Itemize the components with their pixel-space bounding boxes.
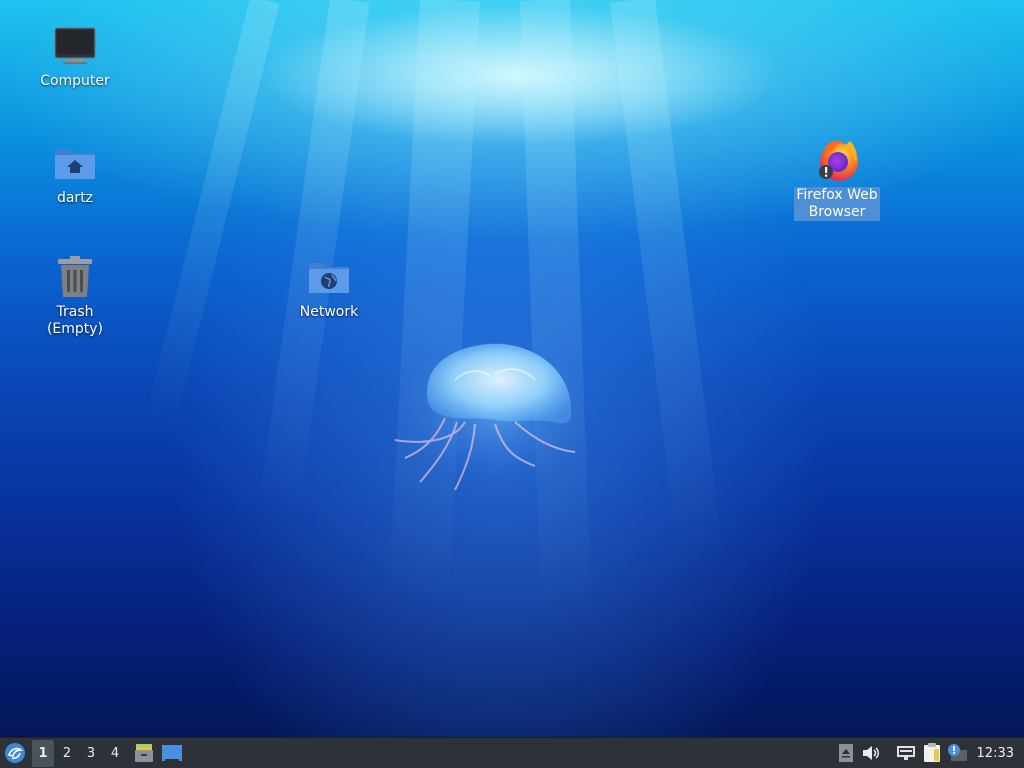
label-line: Firefox Web bbox=[796, 187, 878, 203]
clipboard-icon bbox=[923, 743, 940, 762]
lubuntu-menu-icon bbox=[5, 743, 25, 763]
firefox-icon bbox=[813, 136, 861, 184]
light-ray bbox=[388, 0, 480, 601]
show-desktop-button[interactable] bbox=[158, 740, 186, 767]
network-status-icon bbox=[896, 746, 915, 760]
start-menu-button[interactable] bbox=[0, 740, 30, 767]
system-tray: 12:33 bbox=[835, 740, 1024, 767]
desktop-icon-label: Network bbox=[299, 304, 359, 320]
file-manager-icon bbox=[135, 744, 153, 762]
light-ray bbox=[141, 0, 280, 441]
jellyfish-wallpaper-art bbox=[394, 340, 585, 491]
trash-icon bbox=[51, 253, 99, 301]
workspace-4-button[interactable]: 4 bbox=[104, 740, 126, 767]
desktop-icon-label: Firefox Web Browser bbox=[794, 187, 880, 221]
network-status-button[interactable] bbox=[893, 740, 919, 767]
update-notifier-button[interactable] bbox=[945, 740, 969, 767]
tray-arrow-icon bbox=[838, 744, 853, 762]
volume-icon bbox=[862, 746, 879, 760]
desktop-icon-trash[interactable]: Trash (Empty) bbox=[25, 253, 125, 338]
network-folder-icon bbox=[305, 253, 353, 301]
light-ray bbox=[520, 0, 592, 621]
workspace-2-button[interactable]: 2 bbox=[56, 740, 78, 767]
desktop-icon-home-folder[interactable]: dartz bbox=[25, 139, 125, 207]
desktop-icon-label: dartz bbox=[56, 190, 94, 206]
computer-icon bbox=[51, 22, 99, 70]
desktop[interactable]: Computer dartz Trash (Empty) Network Fir… bbox=[0, 0, 1024, 737]
desktop-icon-label: Trash (Empty) bbox=[46, 304, 104, 337]
desktop-icon-computer[interactable]: Computer bbox=[25, 22, 125, 90]
workspace-1-button[interactable]: 1 bbox=[32, 739, 54, 767]
desktop-icon-network[interactable]: Network bbox=[279, 253, 379, 321]
home-folder-icon bbox=[51, 139, 99, 187]
update-notifier-icon bbox=[947, 744, 967, 761]
desktop-icon-firefox[interactable]: Firefox Web Browser bbox=[787, 136, 887, 221]
show-desktop-icon bbox=[162, 745, 182, 761]
tray-expand-button[interactable] bbox=[835, 740, 857, 767]
volume-button[interactable] bbox=[857, 740, 885, 767]
clock[interactable]: 12:33 bbox=[969, 746, 1024, 761]
desktop-icon-label: Computer bbox=[40, 73, 110, 89]
workspace-3-button[interactable]: 3 bbox=[80, 740, 102, 767]
clipboard-button[interactable] bbox=[919, 740, 945, 767]
light-ray bbox=[610, 0, 724, 559]
label-line: Browser bbox=[808, 204, 866, 220]
file-manager-launcher[interactable] bbox=[130, 740, 158, 767]
taskbar-panel: 1 2 3 4 12:33 bbox=[0, 737, 1024, 768]
